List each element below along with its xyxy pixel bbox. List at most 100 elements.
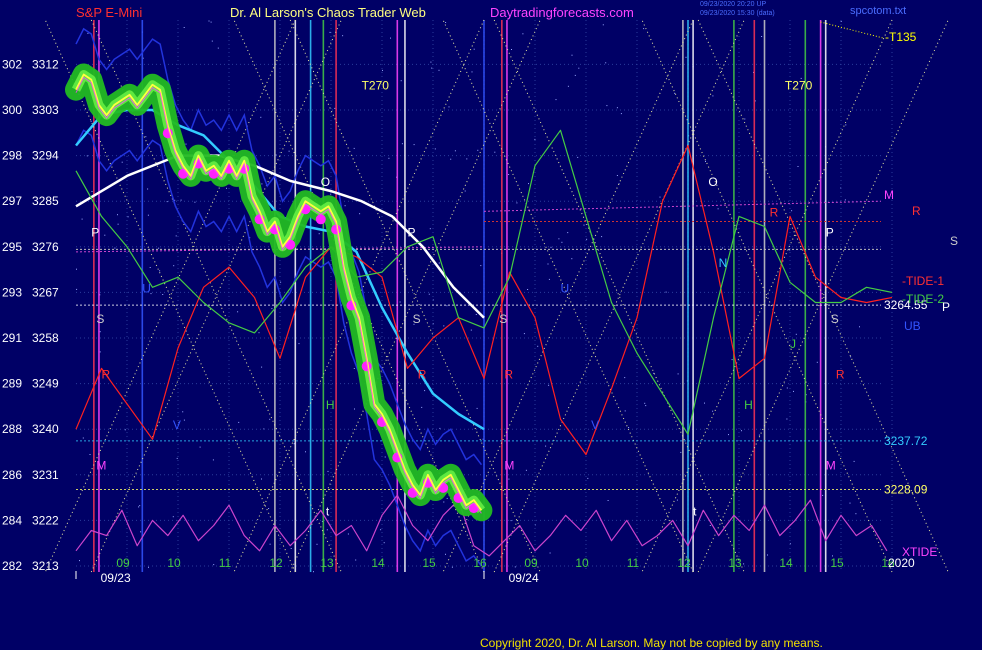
y-tick-label-right: 3222 xyxy=(32,513,59,527)
copyright-notice: Copyright 2020, Dr. Al Larson. May not b… xyxy=(480,636,823,650)
star-dot xyxy=(313,571,314,573)
star-dot xyxy=(508,174,510,175)
star-dot xyxy=(712,410,714,412)
star-dot xyxy=(421,406,423,408)
star-dot xyxy=(744,118,746,120)
star-dot xyxy=(705,161,706,162)
annotation-label: H xyxy=(744,398,753,412)
star-dot xyxy=(166,201,168,203)
star-dot xyxy=(261,366,263,368)
y-tick-label-left: 288 xyxy=(2,422,22,436)
star-dot xyxy=(677,373,679,375)
star-dot xyxy=(853,460,855,462)
star-dot xyxy=(475,314,477,315)
y-tick-label-right: 3231 xyxy=(32,468,59,482)
star-dot xyxy=(704,402,705,404)
annotation-label: P xyxy=(826,226,834,240)
star-dot xyxy=(347,533,349,535)
star-dot xyxy=(424,390,426,392)
star-dot xyxy=(429,228,431,230)
star-dot xyxy=(305,451,306,453)
star-dot xyxy=(145,136,147,138)
star-dot xyxy=(353,147,355,149)
star-dot xyxy=(89,454,91,455)
annotation-label: J xyxy=(790,337,796,351)
star-dot xyxy=(601,236,603,238)
star-dot xyxy=(558,238,560,240)
star-dot xyxy=(86,155,88,157)
star-dot xyxy=(448,106,450,108)
annotation-label: U xyxy=(142,281,151,295)
star-dot xyxy=(743,563,745,565)
annotation-label: T270 xyxy=(785,79,813,93)
star-dot xyxy=(786,418,788,420)
star-dot xyxy=(210,21,212,23)
star-dot xyxy=(172,516,174,518)
annotation-label: R xyxy=(504,368,513,382)
x-tick-label: 10 xyxy=(575,556,589,570)
star-dot xyxy=(494,151,496,153)
star-dot xyxy=(91,191,93,192)
star-dot xyxy=(605,62,607,64)
star-dot xyxy=(212,459,214,461)
star-dot xyxy=(510,520,512,522)
star-dot xyxy=(159,270,161,272)
star-dot xyxy=(87,32,89,34)
star-dot xyxy=(413,144,415,146)
annotation-label: M xyxy=(826,459,836,473)
star-dot xyxy=(844,199,846,201)
x-tick-label: 11 xyxy=(627,556,640,570)
y-tick-label-left: 302 xyxy=(2,57,22,71)
star-dot xyxy=(176,457,178,459)
star-dot xyxy=(511,49,512,50)
data-stamp: 09/23/2020 15:30 (data) xyxy=(700,10,775,17)
annotation-label: M xyxy=(96,459,106,473)
star-dot xyxy=(628,427,630,428)
star-dot xyxy=(674,92,676,94)
star-dot xyxy=(451,566,453,568)
star-dot xyxy=(859,326,860,328)
star-dot xyxy=(624,377,626,379)
star-dot xyxy=(298,343,300,345)
x-tick-label: 12 xyxy=(269,556,283,570)
y-tick-label-left: 295 xyxy=(2,240,22,254)
star-dot xyxy=(183,27,185,28)
star-dot xyxy=(717,208,719,210)
level-label: 3237.72 xyxy=(884,434,928,448)
star-dot xyxy=(443,501,445,503)
star-dot xyxy=(516,202,518,204)
star-dot xyxy=(117,214,118,216)
star-dot xyxy=(99,351,101,353)
x-tick-label: 14 xyxy=(779,556,793,570)
star-dot xyxy=(183,419,185,421)
star-dot xyxy=(795,333,797,335)
star-dot xyxy=(571,54,573,56)
annotation-label: H xyxy=(326,398,335,412)
y-tick-label-right: 3303 xyxy=(32,103,59,117)
series-label: P xyxy=(942,300,950,314)
star-dot xyxy=(99,331,101,333)
y-tick-label-right: 3249 xyxy=(32,377,59,391)
x-tick-label: 11 xyxy=(219,556,232,570)
star-dot xyxy=(175,235,177,237)
star-dot xyxy=(466,158,468,160)
y-tick-label-left: 286 xyxy=(2,468,22,482)
star-dot xyxy=(400,80,402,82)
series-label: UB xyxy=(904,319,921,333)
star-dot xyxy=(330,193,332,195)
y-tick-label-left: 298 xyxy=(2,149,22,163)
x-tick-label: 12 xyxy=(677,556,691,570)
star-dot xyxy=(567,85,569,87)
star-dot xyxy=(534,138,536,140)
star-dot xyxy=(90,120,92,122)
annotation-label: R xyxy=(102,368,111,382)
star-dot xyxy=(849,502,851,504)
star-dot xyxy=(280,281,282,283)
site-link[interactable]: Daytradingforecasts.com xyxy=(490,5,634,20)
star-dot xyxy=(430,61,432,63)
star-dot xyxy=(470,329,472,331)
annotation-label: V xyxy=(173,418,181,432)
star-dot xyxy=(606,105,608,107)
star-dot xyxy=(850,356,852,358)
star-dot xyxy=(767,554,768,556)
